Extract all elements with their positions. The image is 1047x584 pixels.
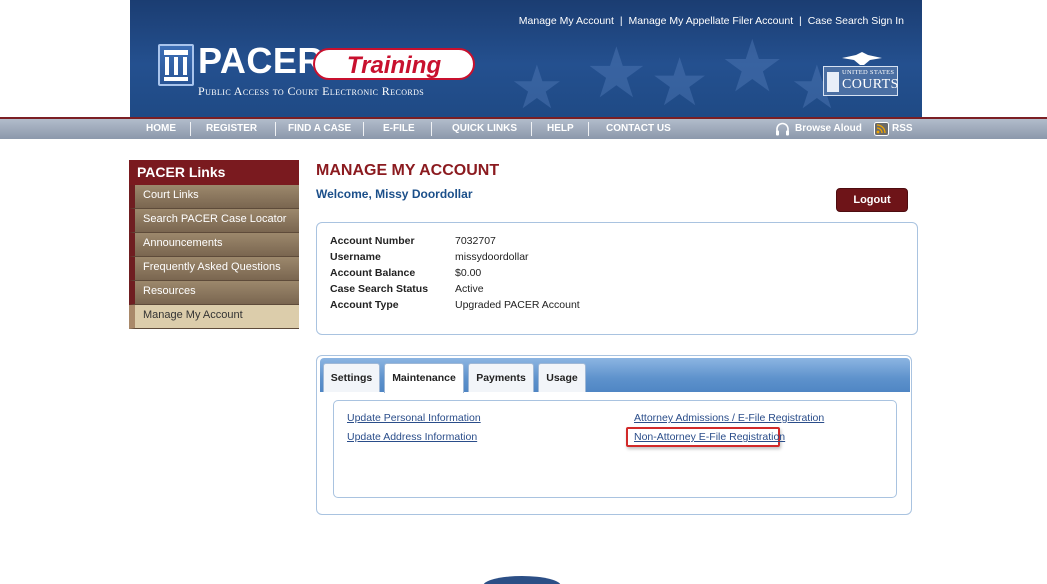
account-label: Account Number <box>330 235 415 247</box>
sidebar-item-announcements[interactable]: Announcements <box>129 233 299 257</box>
nav-register[interactable]: REGISTER <box>206 119 257 139</box>
top-links: Manage My Account | Manage My Appellate … <box>519 15 904 27</box>
page-title: MANAGE MY ACCOUNT <box>316 162 500 179</box>
pacer-wordmark: PACER <box>198 40 324 81</box>
maintenance-panel: Update Personal Information Update Addre… <box>333 400 897 498</box>
sidebar-item-search-pacer-case-locator[interactable]: Search PACER Case Locator <box>129 209 299 233</box>
nav-divider <box>588 122 589 136</box>
attorney-admissions-link[interactable]: Attorney Admissions / E-File Registratio… <box>634 412 824 424</box>
sidebar-item-faq[interactable]: Frequently Asked Questions <box>129 257 299 281</box>
non-attorney-e-file-registration-link[interactable]: Non-Attorney E-File Registration <box>634 431 785 443</box>
courts-logo-small-text: UNITED STATES <box>842 69 895 76</box>
account-value: $0.00 <box>455 267 482 279</box>
tab-payments[interactable]: Payments <box>468 363 534 392</box>
manage-my-account-link[interactable]: Manage My Account <box>519 15 614 27</box>
tab-maintenance[interactable]: Maintenance <box>384 363 464 393</box>
account-label: Username <box>330 251 381 263</box>
update-personal-information-link[interactable]: Update Personal Information <box>347 412 481 424</box>
case-search-sign-in-link[interactable]: Case Search Sign In <box>808 15 904 27</box>
sidebar: PACER Links Court Links Search PACER Cas… <box>129 160 299 329</box>
nav-find-a-case[interactable]: FIND A CASE <box>288 119 351 139</box>
nav-browse-aloud[interactable]: Browse Aloud <box>795 119 862 139</box>
pacer-page: ★ ★ ★ ★ ★ Manage My Account | Manage My … <box>0 0 1047 584</box>
nav-divider <box>275 122 276 136</box>
account-value: 7032707 <box>455 235 496 247</box>
update-address-information-link[interactable]: Update Address Information <box>347 431 477 443</box>
tab-settings[interactable]: Settings <box>323 363 380 392</box>
tab-strip: Settings Maintenance Payments Usage <box>320 358 910 393</box>
account-value: Upgraded PACER Account <box>455 299 580 311</box>
training-label: Training <box>346 52 442 79</box>
sidebar-title: PACER Links <box>129 160 299 185</box>
nav-help[interactable]: HELP <box>547 119 574 139</box>
pacer-logo[interactable]: PACER Training Public Access to Court El… <box>150 40 600 106</box>
rss-icon[interactable] <box>874 122 889 136</box>
nav-home[interactable]: HOME <box>146 119 176 139</box>
star-decoration: ★ <box>650 44 710 117</box>
nav-contact-us[interactable]: CONTACT US <box>606 119 671 139</box>
courts-emblem: UNITED STATES COURTS <box>823 66 898 96</box>
account-value: Active <box>455 283 484 295</box>
us-courts-logo[interactable]: UNITED STATES COURTS <box>823 52 898 98</box>
nav-divider <box>190 122 191 136</box>
separator: | <box>619 15 623 27</box>
account-label: Account Type <box>330 299 399 311</box>
logout-button[interactable]: Logout <box>836 188 908 212</box>
sidebar-item-manage-my-account[interactable]: Manage My Account <box>129 305 299 329</box>
account-label: Account Balance <box>330 267 416 279</box>
nav-e-file[interactable]: E-FILE <box>383 119 415 139</box>
courts-logo-text: COURTS <box>842 77 899 92</box>
welcome-message: Welcome, Missy Doordollar <box>316 187 473 201</box>
courthouse-pillar-icon <box>158 44 194 86</box>
account-tabs: Settings Maintenance Payments Usage Upda… <box>316 355 912 515</box>
star-decoration: ★ <box>720 24 785 108</box>
training-badge: Training <box>313 48 475 80</box>
sidebar-item-court-links[interactable]: Court Links <box>129 185 299 209</box>
nav-divider <box>531 122 532 136</box>
headphones-icon[interactable] <box>775 122 790 136</box>
separator: | <box>799 15 802 27</box>
nav-rss[interactable]: RSS <box>892 119 913 139</box>
account-label: Case Search Status <box>330 283 429 295</box>
manage-appellate-account-link[interactable]: Manage My Appellate Filer Account <box>629 15 794 27</box>
footer-seal-partial <box>483 576 561 584</box>
nav-divider <box>363 122 364 136</box>
account-summary: Account Number 7032707 Username missydoo… <box>316 222 918 335</box>
account-value: missydoordollar <box>455 251 529 263</box>
main-nav: HOME REGISTER FIND A CASE E-FILE QUICK L… <box>0 117 1047 139</box>
eagle-icon <box>842 52 882 65</box>
tab-usage[interactable]: Usage <box>538 363 586 392</box>
courthouse-icon <box>827 72 839 92</box>
sidebar-item-resources[interactable]: Resources <box>129 281 299 305</box>
nav-divider <box>431 122 432 136</box>
header-banner: ★ ★ ★ ★ ★ Manage My Account | Manage My … <box>130 0 922 117</box>
pacer-tagline: Public Access to Court Electronic Record… <box>198 84 425 98</box>
nav-quick-links[interactable]: QUICK LINKS <box>452 119 517 139</box>
